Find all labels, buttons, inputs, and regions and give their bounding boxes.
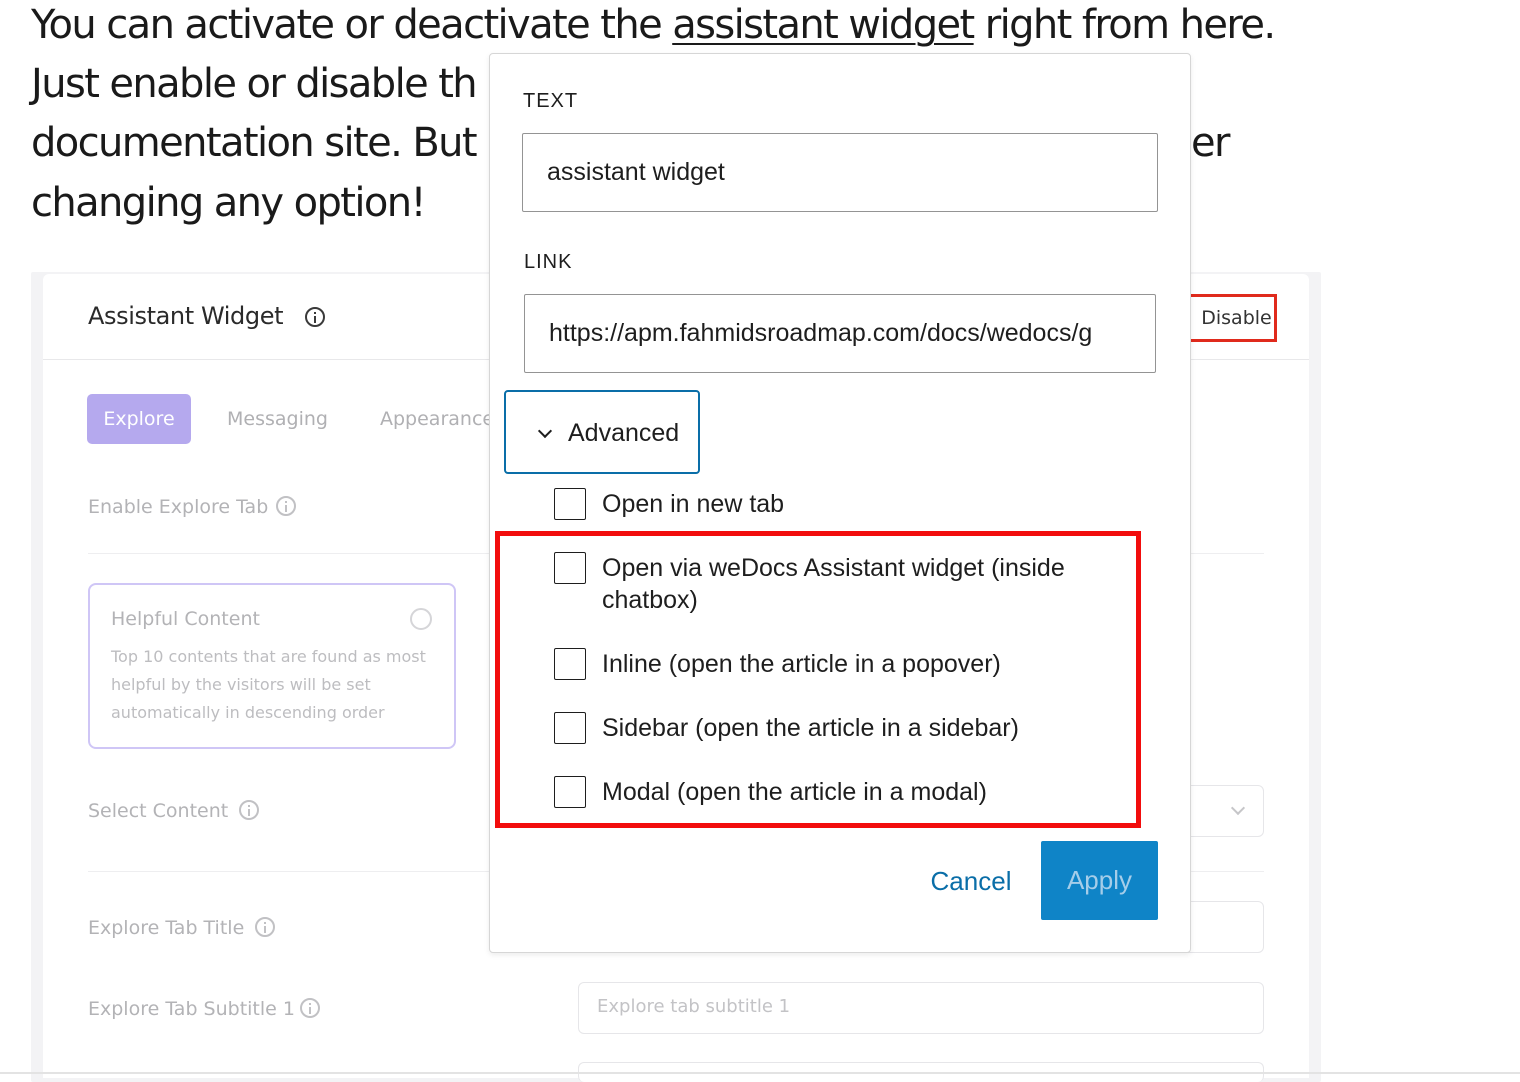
option-label: Sidebar (open the article in a sidebar) <box>602 714 1019 742</box>
apply-button[interactable]: Apply <box>1041 841 1158 920</box>
article-line-1: You can activate or deactivate the assis… <box>31 0 1276 55</box>
article-text: You can activate or deactivate the <box>31 2 673 48</box>
card-title: Helpful Content <box>111 608 260 630</box>
info-icon <box>305 307 325 327</box>
option-label: Modal (open the article in a modal) <box>602 778 987 806</box>
advanced-toggle-button[interactable]: Advanced <box>504 390 700 474</box>
info-icon <box>239 800 259 820</box>
option-open-in-new-tab[interactable]: Open in new tab <box>554 488 1132 520</box>
article-line-4: changing any option! <box>31 180 427 226</box>
checkbox-icon[interactable] <box>554 552 586 584</box>
advanced-label: Advanced <box>568 419 680 447</box>
chevron-down-icon <box>537 423 553 439</box>
select-content-label: Select Content <box>88 800 229 822</box>
link-text-input[interactable]: assistant widget <box>522 133 1158 212</box>
chevron-down-icon <box>1230 800 1246 816</box>
tab-explore[interactable]: Explore <box>87 394 191 444</box>
assistant-widget-link[interactable]: assistant widget <box>672 2 975 48</box>
link-label: LINK <box>524 251 573 273</box>
text-label: TEXT <box>523 90 579 112</box>
tab-appearance[interactable]: Appearance <box>380 408 494 430</box>
explore-tab-subtitle-label: Explore Tab Subtitle 1 <box>88 998 295 1020</box>
article-line-3: documentation site. But <box>31 120 478 166</box>
enable-explore-tab-label: Enable Explore Tab <box>88 496 269 518</box>
link-url-input[interactable]: https://apm.fahmidsroadmap.com/docs/wedo… <box>524 294 1156 373</box>
checkbox-icon[interactable] <box>554 712 586 744</box>
checkbox-icon[interactable] <box>554 648 586 680</box>
option-modal[interactable]: Modal (open the article in a modal) <box>554 776 1132 808</box>
option-label: Open in new tab <box>602 490 785 518</box>
option-label: Inline (open the article in a popover) <box>602 650 1001 678</box>
explore-tab-subtitle-input[interactable]: Explore tab subtitle 1 <box>578 982 1264 1034</box>
radio-icon[interactable] <box>410 608 432 630</box>
article-text: right from here. <box>973 2 1276 48</box>
option-inline[interactable]: Inline (open the article in a popover) <box>554 648 1132 680</box>
article-line-3-tail: er <box>1191 120 1230 166</box>
info-icon <box>255 917 275 937</box>
info-icon <box>276 496 296 516</box>
input-placeholder: Explore tab subtitle 1 <box>597 996 791 1017</box>
info-icon <box>300 998 320 1018</box>
article-line-2: Just enable or disable th <box>31 61 478 107</box>
option-open-via-assistant-widget[interactable]: Open via weDocs Assistant widget (inside… <box>554 552 1132 616</box>
panel-title: Assistant Widget <box>88 302 284 330</box>
option-label: Open via weDocs Assistant widget (inside… <box>602 554 1065 614</box>
option-sidebar[interactable]: Sidebar (open the article in a sidebar) <box>554 712 1132 744</box>
checkbox-icon[interactable] <box>554 776 586 808</box>
tab-messaging[interactable]: Messaging <box>227 408 328 430</box>
checkbox-icon[interactable] <box>554 488 586 520</box>
divider <box>0 1072 1520 1074</box>
explore-tab-title-label: Explore Tab Title <box>88 917 245 939</box>
card-description: Top 10 contents that are found as most h… <box>111 647 426 722</box>
disable-button[interactable]: Disable <box>1188 294 1277 342</box>
cancel-button[interactable]: Cancel <box>912 848 1030 914</box>
